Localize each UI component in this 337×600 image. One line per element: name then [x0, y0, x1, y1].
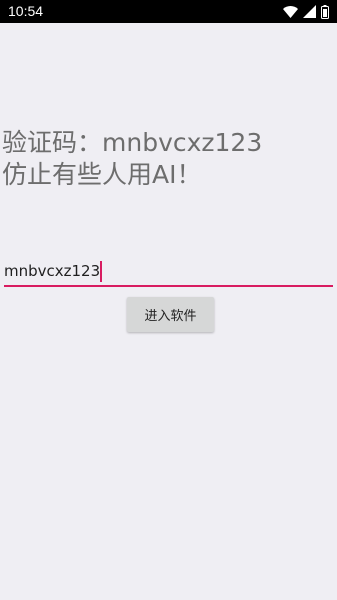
text-cursor	[100, 261, 102, 282]
enter-app-button[interactable]: 进入软件	[127, 297, 214, 332]
verification-code-text: 验证码：mnbvcxz123	[2, 128, 263, 157]
wifi-icon	[283, 5, 298, 18]
anti-ai-notice-text: 仿止有些人用AI！	[2, 160, 202, 189]
status-bar: 10:54	[0, 0, 337, 23]
status-icons	[283, 4, 329, 19]
status-time: 10:54	[8, 3, 44, 19]
cellular-signal-icon	[303, 5, 316, 18]
verification-message: 验证码：mnbvcxz123 仿止有些人用AI！	[2, 127, 335, 191]
code-input-container	[4, 258, 333, 287]
verification-code-input[interactable]	[4, 258, 333, 284]
battery-icon	[321, 4, 329, 19]
